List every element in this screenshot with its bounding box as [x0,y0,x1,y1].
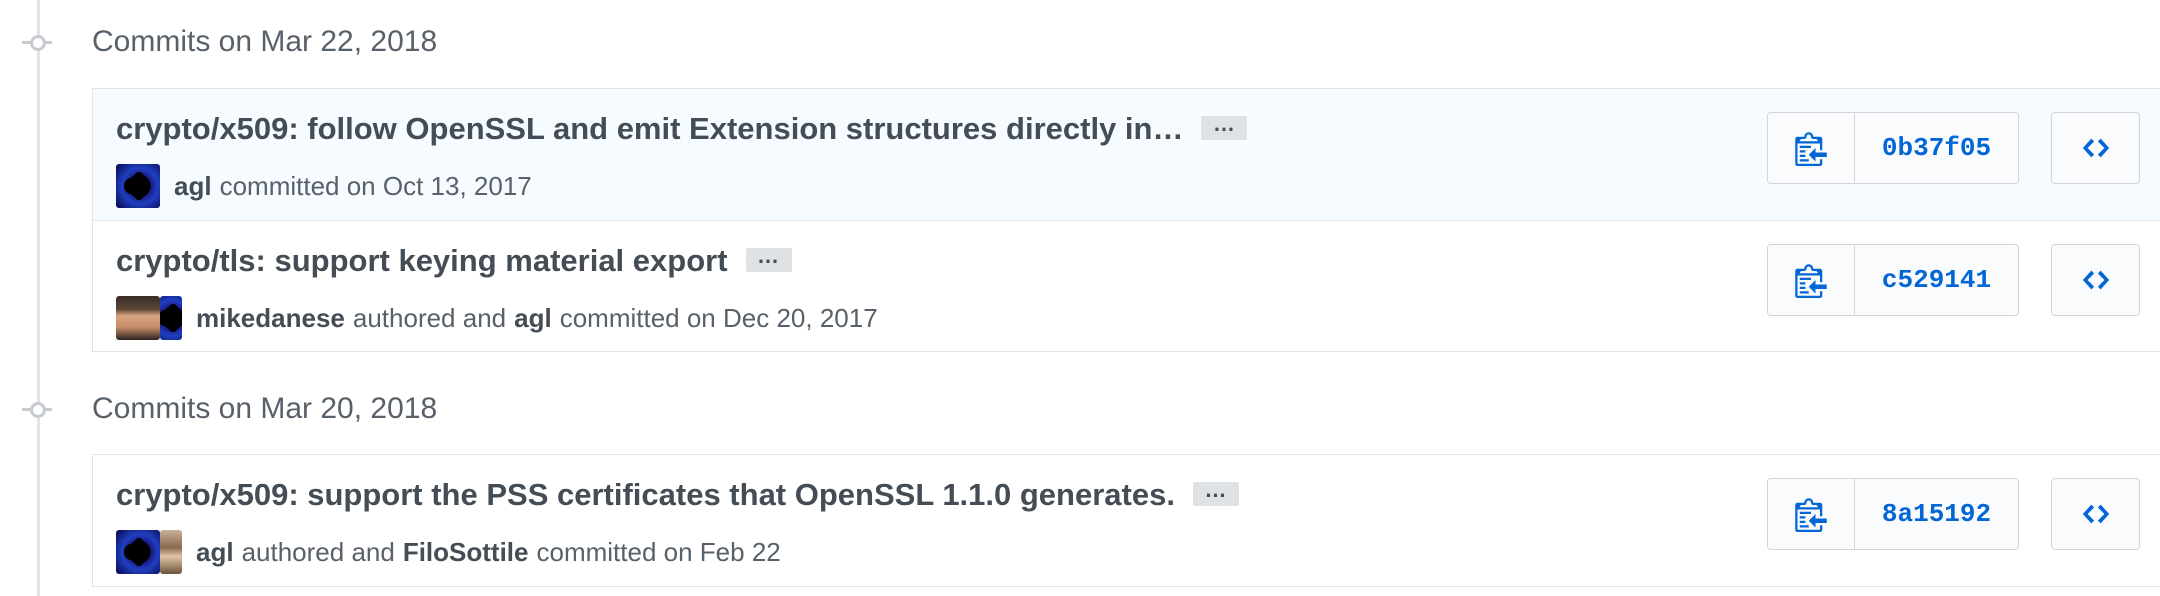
commit-title-wrap: crypto/x509: follow OpenSSL and emit Ext… [116,109,1248,149]
avatar[interactable] [160,296,182,340]
sha-button-group: 8a15192 [1767,478,2019,550]
sha-button-group: c529141 [1767,244,2019,316]
commit-group-title: Commits on Mar 22, 2018 [92,25,438,58]
expand-message-button[interactable]: … [745,243,792,272]
commit-list: crypto/x509: follow OpenSSL and emit Ext… [92,88,2160,352]
commits-page: Commits on Mar 22, 2018 crypto/x509: fol… [0,0,2160,596]
expand-message-button[interactable]: … [1201,111,1248,140]
commit-title-link[interactable]: crypto/tls: support keying material expo… [116,243,728,278]
timeline-line [37,0,40,596]
commit-row: crypto/x509: support the PSS certificate… [93,455,2160,586]
code-icon [2082,270,2109,290]
browse-repo-button[interactable] [2051,112,2140,184]
copy-sha-button[interactable] [1768,113,1855,183]
commit-meta: agl authored and FiloSottile committed o… [116,530,789,574]
avatar-stack [116,296,182,340]
authored-text: authored and [241,536,395,567]
clippy-icon [1795,498,1827,532]
commit-date-text: committed on Dec 20, 2017 [559,302,878,333]
browse-repo-button[interactable] [2051,244,2140,316]
clippy-icon [1795,132,1827,166]
expand-message-button[interactable]: … [1192,477,1239,506]
commit-sha-link[interactable]: 0b37f05 [1855,113,2018,183]
commit-group-title: Commits on Mar 20, 2018 [92,392,438,425]
ellipsis-label: … [1212,110,1236,136]
authored-text: authored and [352,302,507,333]
copy-sha-button[interactable] [1768,245,1855,315]
avatar-stack [116,530,182,574]
committer-name[interactable]: agl [174,171,212,202]
committer-name[interactable]: FiloSottile [403,537,529,568]
commit-row: crypto/x509: follow OpenSSL and emit Ext… [93,89,2160,220]
commit-date-text: committed on Feb 22 [536,536,781,567]
commit-title-link[interactable]: crypto/x509: support the PSS certificate… [116,477,1175,512]
sha-button-group: 0b37f05 [1767,112,2019,184]
committer-name[interactable]: agl [514,303,552,334]
git-commit-icon [22,34,52,51]
commit-date-text: committed on Oct 13, 2017 [219,170,532,201]
commit-title-wrap: crypto/x509: support the PSS certificate… [116,475,1239,515]
commit-list: crypto/x509: support the PSS certificate… [92,454,2160,587]
author-name[interactable]: agl [196,537,234,568]
copy-sha-button[interactable] [1768,479,1855,549]
git-commit-icon [22,401,52,418]
avatar-stack [116,164,160,208]
avatar[interactable] [116,530,160,574]
avatar[interactable] [116,296,160,340]
browse-repo-button[interactable] [2051,478,2140,550]
commit-sha-link[interactable]: c529141 [1855,245,2018,315]
commit-meta: agl committed on Oct 13, 2017 [116,164,540,208]
commit-row: crypto/tls: support keying material expo… [93,220,2160,351]
commit-title-wrap: crypto/tls: support keying material expo… [116,241,792,281]
author-name[interactable]: mikedanese [196,303,345,334]
code-icon [2082,138,2109,158]
commit-title-link[interactable]: crypto/x509: follow OpenSSL and emit Ext… [116,111,1183,146]
commit-meta: mikedanese authored and agl committed on… [116,296,886,340]
commit-sha-link[interactable]: 8a15192 [1855,479,2018,549]
code-icon [2082,504,2109,524]
ellipsis-label: … [757,242,781,268]
ellipsis-label: … [1204,476,1228,502]
avatar[interactable] [160,530,182,574]
clippy-icon [1795,264,1827,298]
commit-group-header: Commits on Mar 20, 2018 [0,389,2160,429]
avatar[interactable] [116,164,160,208]
commit-group-header: Commits on Mar 22, 2018 [0,22,2160,62]
